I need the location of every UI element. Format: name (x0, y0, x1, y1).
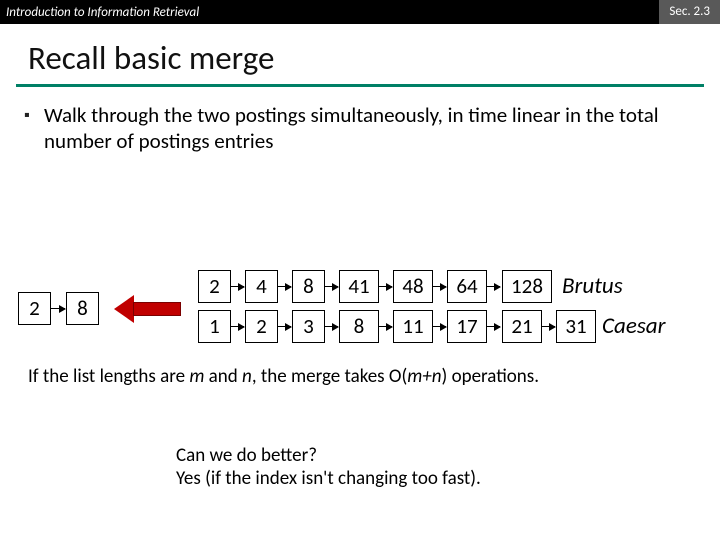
list-arrow-icon (433, 326, 446, 327)
brutus-node: 64 (447, 270, 487, 303)
section-tag: Sec. 2.3 (659, 0, 720, 24)
caesar-node: 2 (245, 310, 278, 343)
text: , the merge takes O( (252, 365, 407, 388)
list-arrow-icon (325, 286, 338, 287)
caesar-label: Caesar (602, 312, 666, 340)
question-answer: Can we do better? Yes (if the index isn'… (176, 444, 636, 490)
caesar-node: 11 (393, 310, 433, 343)
brutus-node: 41 (339, 270, 379, 303)
list-arrow-icon (231, 286, 244, 287)
brutus-label: Brutus (562, 272, 623, 300)
caesar-node: 8 (339, 310, 379, 343)
list-arrow-icon (278, 326, 291, 327)
text: ) operations. (442, 365, 540, 388)
merged-node: 8 (66, 292, 99, 325)
brutus-node: 2 (198, 270, 231, 303)
answer: Yes (if the index isn't changing too fas… (176, 467, 636, 490)
list-arrow-icon (379, 286, 392, 287)
list-arrow-icon (487, 326, 500, 327)
bullet-text: Walk through the two postings simultaneo… (44, 103, 692, 154)
var-mn: m+n (407, 365, 441, 388)
question: Can we do better? (176, 444, 636, 467)
var-n: n (242, 365, 252, 388)
brutus-node: 8 (292, 270, 325, 303)
var-m: m (189, 365, 204, 388)
slide-title: Recall basic merge (28, 38, 720, 78)
brutus-node: 128 (502, 270, 552, 303)
brutus-node: 48 (393, 270, 433, 303)
caesar-node: 31 (556, 310, 596, 343)
merged-node: 2 (18, 292, 51, 325)
course-title: Introduction to Information Retrieval (6, 5, 199, 20)
caesar-node: 21 (502, 310, 542, 343)
caesar-node: 1 (198, 310, 231, 343)
caesar-node: 3 (292, 310, 325, 343)
text: If the list lengths are (28, 365, 189, 388)
complexity-text: If the list lengths are m and n, the mer… (28, 366, 548, 389)
list-arrow-icon (379, 326, 392, 327)
list-arrow-icon (487, 286, 500, 287)
merge-arrow-icon (51, 308, 65, 309)
list-arrow-icon (325, 326, 338, 327)
list-arrow-icon (231, 326, 244, 327)
list-arrow-icon (542, 326, 555, 327)
brutus-node: 4 (245, 270, 278, 303)
text: and (204, 365, 242, 388)
caesar-node: 17 (447, 310, 487, 343)
header-bar: Introduction to Information Retrieval Se… (0, 0, 720, 24)
list-arrow-icon (278, 286, 291, 287)
list-arrow-icon (433, 286, 446, 287)
title-rule (16, 84, 704, 87)
